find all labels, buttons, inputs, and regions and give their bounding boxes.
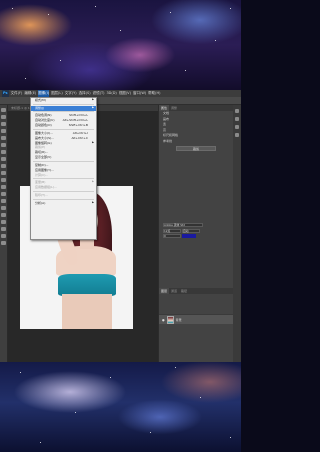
marquee-tool-icon[interactable] [1, 115, 6, 119]
properties-panel: 文档 画布 宽 高 标尺和网格 参考线 裁剪 [159, 111, 233, 151]
starfield-background-top [0, 0, 241, 90]
tools-panel [0, 105, 8, 362]
menu-item-label: 变量(B) [35, 180, 46, 185]
menu-item-label: 裁切(R)... [35, 150, 49, 155]
photoshop-window: Ps 文件(F) 编辑(E) 图像(I) 图层(L) 文字(Y) 选择(S) 滤… [0, 90, 241, 362]
right-panels: 属性 调整 文档 画布 宽 高 标尺和网格 参考线 裁剪 Adobe 黑体 St… [158, 105, 234, 362]
history-icon[interactable] [235, 109, 239, 113]
starfield-background-bottom [0, 362, 241, 452]
menu-separator [33, 103, 94, 105]
menu-item-label: 复制(D)... [35, 162, 49, 167]
tab-channels[interactable]: 通道 [169, 288, 180, 294]
menu-item-label: 画布大小(S)... [35, 135, 55, 140]
menu-image[interactable]: 图像(I) [38, 90, 50, 97]
move-tool-icon[interactable] [1, 108, 6, 112]
magic-wand-tool-icon[interactable] [1, 129, 6, 133]
ps-logo: Ps [2, 90, 9, 97]
menu-separator [33, 161, 94, 163]
submenu-arrow-icon: ▶ [92, 98, 94, 101]
prop-guides: 参考线 [163, 138, 173, 143]
eraser-tool-icon[interactable] [1, 178, 6, 182]
menu-item[interactable]: 显示全部(V) [31, 155, 96, 160]
menu-item-label: 显示全部(V) [35, 155, 52, 160]
blur-tool-icon[interactable] [1, 192, 6, 196]
menu-item-label: 自动色调(N) [35, 113, 52, 118]
menu-item: 陷印(T)... [31, 193, 96, 198]
menu-separator [33, 191, 94, 193]
menu-item: 计算(C)... [31, 173, 96, 178]
menu-item-label: 自动颜色(O) [35, 123, 52, 128]
menu-window[interactable]: 窗口(W) [133, 90, 146, 97]
styles-icon[interactable] [235, 133, 239, 137]
menu-edit[interactable]: 编辑(E) [24, 90, 36, 97]
menu-item-label: 图像旋转(G) [35, 140, 52, 145]
menu-item[interactable]: 调整(J) ▶ [31, 105, 96, 111]
menu-3d[interactable]: 3D(D) [106, 90, 116, 97]
dodge-tool-icon[interactable] [1, 199, 6, 203]
gradient-tool-icon[interactable] [1, 185, 6, 189]
submenu-arrow-icon: ▶ [92, 200, 94, 204]
menu-item-label: 裁剪(P) [35, 145, 46, 150]
menu-item-shortcut: Shift+Ctrl+B [68, 123, 88, 128]
menu-select[interactable]: 选择(S) [79, 90, 91, 97]
crop-tool-icon[interactable] [1, 136, 6, 140]
layer-row-background[interactable]: ● 背景 [159, 314, 234, 324]
leading-field[interactable]: 自动 [181, 228, 200, 233]
menu-item-label: 分析(A) [35, 200, 46, 205]
lasso-tool-icon[interactable] [1, 122, 6, 126]
menu-type[interactable]: 文字(Y) [65, 90, 77, 97]
pen-tool-icon[interactable] [1, 206, 6, 210]
swatches-icon[interactable] [235, 125, 239, 129]
font-family-select[interactable]: Adobe 黑体 Std [163, 223, 203, 227]
layer-thumbnail [166, 315, 174, 324]
panel-icon-strip [233, 105, 241, 362]
menu-item-label: 模式(M) [35, 98, 46, 102]
crop-button-label: 裁剪 [192, 147, 199, 151]
hand-tool-icon[interactable] [1, 234, 6, 238]
path-select-tool-icon[interactable] [1, 220, 6, 224]
layers-panel: 图层 通道 路径 ● 背景 [159, 288, 234, 324]
menu-separator [33, 128, 94, 130]
menu-item-label: 陷印(T)... [35, 192, 49, 197]
tracking-field[interactable]: 0 [163, 234, 181, 238]
tab-adjustments[interactable]: 调整 [169, 105, 180, 111]
submenu-arrow-icon: ▶ [92, 105, 94, 109]
history-brush-tool-icon[interactable] [1, 171, 6, 175]
menu-help[interactable]: 帮助(H) [148, 90, 160, 97]
menu-item-label: 自动对比度(U) [35, 118, 55, 123]
tab-layers[interactable]: 图层 [159, 288, 170, 294]
stamp-tool-icon[interactable] [1, 164, 6, 168]
eye-icon[interactable]: ● [162, 318, 165, 322]
menu-item-label: 应用数据组(L)... [35, 185, 57, 190]
font-size-field[interactable]: 12点 [163, 228, 181, 233]
type-tool-icon[interactable] [1, 213, 6, 217]
menu-layer[interactable]: 图层(L) [51, 90, 63, 97]
menu-file[interactable]: 文件(F) [11, 90, 23, 97]
crop-button[interactable]: 裁剪 [176, 146, 216, 151]
menu-item[interactable]: 分析(A) ▶ [31, 201, 96, 206]
image-menu-dropdown: 模式(M) ▶ 调整(J) ▶ 自动色调(N) Shift+Ctrl+L 自动对比度(U) A… [30, 97, 97, 240]
healing-tool-icon[interactable] [1, 150, 6, 154]
tab-paths[interactable]: 路径 [179, 288, 190, 294]
menu-item[interactable]: 模式(M) ▶ [31, 98, 96, 103]
menu-bar: Ps 文件(F) 编辑(E) 图像(I) 图层(L) 文字(Y) 选择(S) 滤… [0, 90, 241, 97]
menu-item: 应用数据组(L)... [31, 185, 96, 190]
layer-name: 背景 [175, 317, 182, 322]
menu-item-label: 调整(J) [35, 105, 45, 110]
color-icon[interactable] [235, 117, 239, 121]
menu-item-label: 应用图像(Y)... [35, 167, 55, 172]
brush-tool-icon[interactable] [1, 157, 6, 161]
eyedropper-tool-icon[interactable] [1, 143, 6, 147]
menu-item-label: 计算(C)... [35, 172, 49, 177]
menu-view[interactable]: 视图(V) [119, 90, 131, 97]
menu-separator [33, 198, 94, 200]
menu-item[interactable]: 自动颜色(O) Shift+Ctrl+B [31, 123, 96, 128]
menu-filter[interactable]: 滤镜(T) [93, 90, 105, 97]
shape-tool-icon[interactable] [1, 227, 6, 231]
character-panel: Adobe 黑体 Std 12点 自动 0 [159, 223, 234, 240]
zoom-tool-icon[interactable] [1, 241, 6, 245]
text-color-swatch[interactable] [181, 234, 196, 238]
menu-item-label: 图像大小(I)... [35, 130, 54, 135]
